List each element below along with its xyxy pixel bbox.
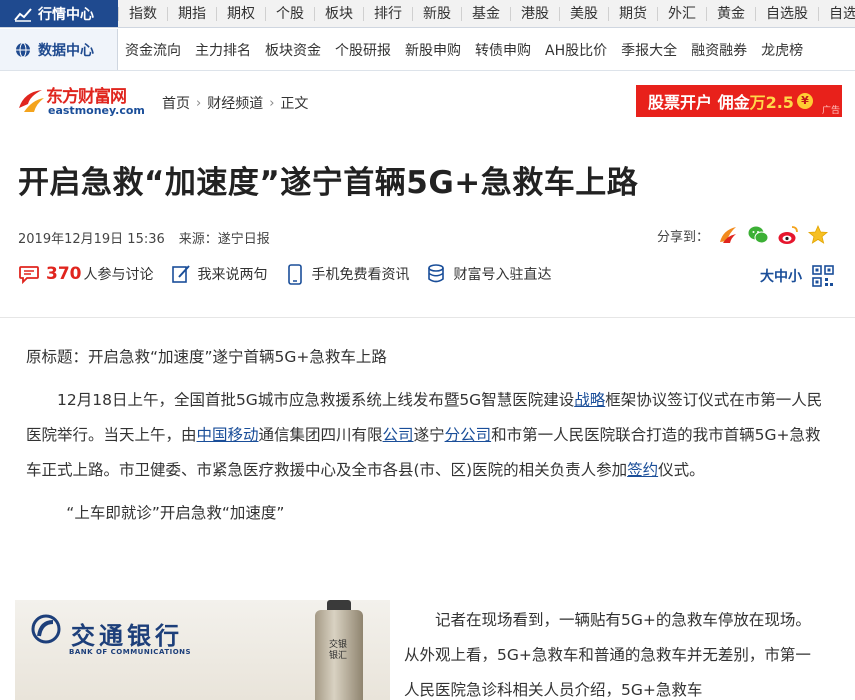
market-nav-item[interactable]: 期权	[216, 6, 265, 21]
share-weibo-feather-icon[interactable]	[717, 224, 739, 246]
market-nav-item[interactable]: 个股	[265, 6, 314, 21]
publish-date: 2019年12月19日 15:36	[18, 232, 165, 247]
globe-icon	[16, 42, 30, 57]
share-bar: 分享到：	[657, 224, 829, 246]
data-nav-item[interactable]: 板块资金	[258, 40, 328, 60]
market-nav-item[interactable]: 美股	[559, 6, 608, 21]
chevron-right-icon: ›	[196, 95, 202, 111]
caifuhao-link[interactable]: 财富号入驻直达	[426, 263, 552, 285]
market-center-title: 行情中心	[38, 6, 94, 23]
market-nav-item[interactable]: 期指	[167, 6, 216, 21]
article-paragraph-2: 记者在现场看到，一辆贴有5G+的急救车停放在现场。从外观上看，5G+急救车和普通…	[404, 611, 811, 699]
market-nav-item[interactable]: 排行	[363, 6, 412, 21]
edit-icon	[171, 265, 190, 283]
comment-label: 人参与讨论	[83, 267, 154, 283]
breadcrumb-current: 正文	[280, 96, 309, 112]
data-center-title: 数据中心	[38, 42, 94, 59]
text-segment: 12月18日上午，全国首批5G城市应急救援系统上线发布暨5G智慧医院建设	[57, 391, 575, 409]
market-nav-item[interactable]: 自选	[818, 6, 855, 21]
data-center-link[interactable]: 数据中心	[0, 29, 118, 70]
data-nav-item[interactable]: 龙虎榜	[754, 40, 810, 60]
article-subheading: “上车即就诊”开启急救“加速度”	[66, 504, 285, 522]
bottle-label: 交银银汇	[328, 640, 347, 661]
article-source: 来源：遂宁日报	[178, 232, 270, 247]
coin-icon: ¥	[796, 93, 813, 109]
article-body: 原标题：开启急救“加速度”遂宁首辆5G+急救车上路 12月18日上午，全国首批5…	[26, 340, 826, 539]
market-nav-item[interactable]: 港股	[510, 6, 559, 21]
data-nav-item[interactable]: 转债申购	[468, 40, 538, 60]
comment-count: 370	[46, 264, 82, 284]
bank-logo-icon	[31, 614, 61, 644]
keyword-link-signing[interactable]: 签约	[627, 461, 658, 479]
market-nav-item[interactable]: 板块	[314, 6, 363, 21]
market-nav-items: 指数 期指 期权 个股 板块 排行 新股 基金 港股 美股 期货 外汇 黄金 自选股 自选	[118, 0, 855, 27]
qr-code-icon[interactable]	[812, 265, 834, 287]
text-segment: 通信集团四川有限	[258, 426, 383, 444]
ad-text: 股票开户 佣金	[648, 93, 750, 112]
database-icon	[427, 264, 444, 283]
write-comment-label: 我来说两句	[197, 267, 268, 283]
market-center-link[interactable]: 行情中心	[0, 0, 118, 27]
data-nav-item[interactable]: 新股申购	[398, 40, 468, 60]
ad-highlight: 万2.5	[749, 93, 794, 112]
chart-icon	[14, 7, 32, 22]
mobile-news-label: 手机免费看资讯	[311, 267, 410, 283]
font-size-switcher[interactable]: 大中小	[760, 266, 802, 286]
market-nav-item[interactable]: 自选股	[755, 6, 818, 21]
market-nav: 行情中心 指数 期指 期权 个股 板块 排行 新股 基金 港股 美股 期货 外汇 黄金 自选股 自选	[0, 0, 855, 28]
chevron-right-icon: ›	[269, 95, 275, 111]
text-segment: 仪式。	[658, 461, 705, 479]
share-wechat-icon[interactable]	[747, 224, 769, 246]
data-nav-item[interactable]: AH股比价	[538, 40, 614, 60]
data-nav-items: 资金流向 主力排名 板块资金 个股研报 新股申购 转债申购 AH股比价 季报大全 融资融券 龙虎榜	[118, 29, 855, 70]
data-nav: 数据中心 资金流向 主力排名 板块资金 个股研报 新股申购 转债申购 AH股比价 季报大全 融资…	[0, 29, 855, 71]
comment-bubble-icon	[19, 266, 39, 285]
bank-name-en: BANK OF COMMUNICATIONS	[69, 648, 192, 656]
text-segment: 遂宁	[413, 426, 445, 444]
breadcrumb-channel[interactable]: 财经频道	[207, 93, 263, 113]
bank-name-cn: 交通银行	[71, 621, 183, 650]
write-comment-link[interactable]: 我来说两句	[170, 263, 268, 285]
market-nav-item[interactable]: 新股	[412, 6, 461, 21]
article-title: 开启急救“加速度”遂宁首辆5G+急救车上路	[18, 165, 639, 201]
market-nav-item[interactable]: 指数	[118, 6, 167, 21]
mobile-phone-icon	[287, 264, 302, 285]
eastmoney-logo[interactable]: 东方财富网 eastmoney.com	[16, 82, 151, 122]
keyword-link-company[interactable]: 公司	[383, 426, 414, 444]
logo-mark-icon	[19, 90, 44, 112]
article-photo: 交通银行 BANK OF COMMUNICATIONS 交银银汇	[15, 600, 390, 700]
article-paragraph: 12月18日上午，全国首批5G城市应急救援系统上线发布暨5G智慧医院建设战略框架…	[26, 383, 826, 488]
data-nav-item[interactable]: 资金流向	[118, 40, 188, 60]
keyword-link-branch[interactable]: 分公司	[445, 426, 492, 444]
caifuhao-label: 财富号入驻直达	[453, 267, 552, 283]
brand-bar: 东方财富网 eastmoney.com 首页 › 财经频道 › 正文 股票开户 …	[0, 76, 855, 128]
market-nav-item[interactable]: 黄金	[706, 6, 755, 21]
share-label: 分享到：	[657, 229, 710, 245]
breadcrumb: 首页 › 财经频道 › 正文	[162, 93, 308, 113]
share-favorite-star-icon[interactable]	[807, 224, 829, 246]
market-nav-item[interactable]: 期货	[608, 6, 657, 21]
keyword-link-china-mobile[interactable]: 中国移动	[197, 426, 259, 444]
breadcrumb-home[interactable]: 首页	[162, 93, 190, 113]
market-nav-item[interactable]: 基金	[461, 6, 510, 21]
article-toolbar: 370 人参与讨论 我来说两句 手机免费看资讯 财富号入驻直达	[18, 263, 568, 285]
market-nav-item[interactable]: 外汇	[657, 6, 706, 21]
comment-count-link[interactable]: 370 人参与讨论	[18, 263, 154, 285]
mobile-news-link[interactable]: 手机免费看资讯	[284, 263, 410, 285]
article-meta: 2019年12月19日 15:36 来源：遂宁日报	[18, 228, 270, 247]
divider	[0, 317, 855, 318]
keyword-link-strategy[interactable]: 战略	[574, 391, 605, 409]
logo-en: eastmoney.com	[48, 104, 145, 117]
data-nav-item[interactable]: 季报大全	[614, 40, 684, 60]
data-nav-item[interactable]: 主力排名	[188, 40, 258, 60]
data-nav-item[interactable]: 个股研报	[328, 40, 398, 60]
ad-tag: 广告	[821, 106, 840, 116]
account-ad-banner[interactable]: 股票开户 佣金 万2.5 ¥ 广告	[636, 85, 842, 117]
share-sina-weibo-icon[interactable]	[777, 224, 799, 246]
original-title: 原标题：开启急救“加速度”遂宁首辆5G+急救车上路	[26, 348, 387, 366]
data-nav-item[interactable]: 融资融券	[684, 40, 754, 60]
